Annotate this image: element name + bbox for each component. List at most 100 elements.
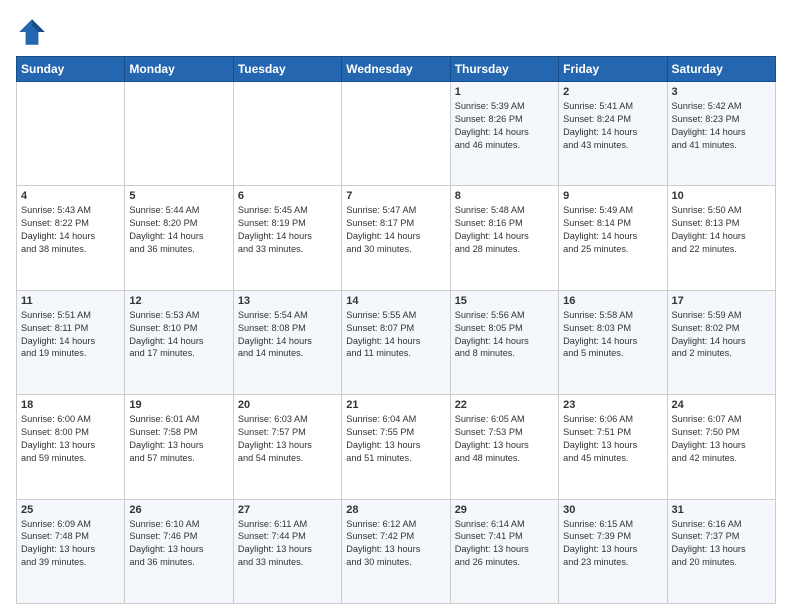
weekday-header-tuesday: Tuesday	[233, 57, 341, 82]
cell-content: Sunrise: 5:47 AM Sunset: 8:17 PM Dayligh…	[346, 204, 445, 256]
calendar: SundayMondayTuesdayWednesdayThursdayFrid…	[16, 56, 776, 604]
empty-cell	[342, 82, 450, 186]
day-number: 3	[672, 86, 771, 98]
weekday-header-sunday: Sunday	[17, 57, 125, 82]
cell-content: Sunrise: 5:45 AM Sunset: 8:19 PM Dayligh…	[238, 204, 337, 256]
day-number: 23	[563, 399, 662, 411]
page: SundayMondayTuesdayWednesdayThursdayFrid…	[0, 0, 792, 612]
weekday-header-friday: Friday	[559, 57, 667, 82]
weekday-header-row: SundayMondayTuesdayWednesdayThursdayFrid…	[17, 57, 776, 82]
cell-content: Sunrise: 5:51 AM Sunset: 8:11 PM Dayligh…	[21, 309, 120, 361]
day-number: 26	[129, 504, 228, 516]
day-number: 4	[21, 190, 120, 202]
day-cell-28: 28 Sunrise: 6:12 AM Sunset: 7:42 PM Dayli…	[342, 499, 450, 603]
weekday-header-saturday: Saturday	[667, 57, 775, 82]
cell-content: Sunrise: 6:01 AM Sunset: 7:58 PM Dayligh…	[129, 413, 228, 465]
day-number: 20	[238, 399, 337, 411]
cell-content: Sunrise: 5:58 AM Sunset: 8:03 PM Dayligh…	[563, 309, 662, 361]
day-cell-17: 17 Sunrise: 5:59 AM Sunset: 8:02 PM Dayli…	[667, 290, 775, 394]
day-number: 17	[672, 295, 771, 307]
day-cell-9: 9Sunrise: 5:49 AM Sunset: 8:14 PM Daylig…	[559, 186, 667, 290]
week-row-3: 18 Sunrise: 6:00 AM Sunset: 8:00 PM Dayli…	[17, 395, 776, 499]
cell-content: Sunrise: 6:03 AM Sunset: 7:57 PM Dayligh…	[238, 413, 337, 465]
week-row-2: 11Sunrise: 5:51 AM Sunset: 8:11 PM Dayli…	[17, 290, 776, 394]
day-number: 9	[563, 190, 662, 202]
day-cell-11: 11Sunrise: 5:51 AM Sunset: 8:11 PM Dayli…	[17, 290, 125, 394]
cell-content: Sunrise: 5:43 AM Sunset: 8:22 PM Dayligh…	[21, 204, 120, 256]
logo	[16, 16, 52, 48]
cell-content: Sunrise: 6:00 AM Sunset: 8:00 PM Dayligh…	[21, 413, 120, 465]
day-number: 10	[672, 190, 771, 202]
day-number: 24	[672, 399, 771, 411]
day-number: 25	[21, 504, 120, 516]
cell-content: Sunrise: 5:59 AM Sunset: 8:02 PM Dayligh…	[672, 309, 771, 361]
cell-content: Sunrise: 6:10 AM Sunset: 7:46 PM Dayligh…	[129, 518, 228, 570]
day-number: 30	[563, 504, 662, 516]
day-cell-18: 18 Sunrise: 6:00 AM Sunset: 8:00 PM Dayli…	[17, 395, 125, 499]
day-cell-23: 23 Sunrise: 6:06 AM Sunset: 7:51 PM Dayli…	[559, 395, 667, 499]
day-number: 28	[346, 504, 445, 516]
day-number: 2	[563, 86, 662, 98]
day-cell-16: 16 Sunrise: 5:58 AM Sunset: 8:03 PM Dayli…	[559, 290, 667, 394]
cell-content: Sunrise: 6:05 AM Sunset: 7:53 PM Dayligh…	[455, 413, 554, 465]
cell-content: Sunrise: 5:42 AM Sunset: 8:23 PM Dayligh…	[672, 100, 771, 152]
cell-content: Sunrise: 5:41 AM Sunset: 8:24 PM Dayligh…	[563, 100, 662, 152]
day-number: 19	[129, 399, 228, 411]
empty-cell	[125, 82, 233, 186]
cell-content: Sunrise: 5:39 AM Sunset: 8:26 PM Dayligh…	[455, 100, 554, 152]
cell-content: Sunrise: 6:12 AM Sunset: 7:42 PM Dayligh…	[346, 518, 445, 570]
week-row-4: 25 Sunrise: 6:09 AM Sunset: 7:48 PM Dayli…	[17, 499, 776, 603]
day-cell-8: 8 Sunrise: 5:48 AM Sunset: 8:16 PM Daylig…	[450, 186, 558, 290]
day-cell-2: 2 Sunrise: 5:41 AM Sunset: 8:24 PM Daylig…	[559, 82, 667, 186]
day-cell-29: 29 Sunrise: 6:14 AM Sunset: 7:41 PM Dayli…	[450, 499, 558, 603]
day-cell-1: 1Sunrise: 5:39 AM Sunset: 8:26 PM Daylig…	[450, 82, 558, 186]
cell-content: Sunrise: 5:53 AM Sunset: 8:10 PM Dayligh…	[129, 309, 228, 361]
day-cell-20: 20 Sunrise: 6:03 AM Sunset: 7:57 PM Dayli…	[233, 395, 341, 499]
day-number: 29	[455, 504, 554, 516]
day-number: 21	[346, 399, 445, 411]
day-number: 31	[672, 504, 771, 516]
cell-content: Sunrise: 6:04 AM Sunset: 7:55 PM Dayligh…	[346, 413, 445, 465]
cell-content: Sunrise: 5:56 AM Sunset: 8:05 PM Dayligh…	[455, 309, 554, 361]
day-number: 7	[346, 190, 445, 202]
day-cell-14: 14 Sunrise: 5:55 AM Sunset: 8:07 PM Dayli…	[342, 290, 450, 394]
cell-content: Sunrise: 6:09 AM Sunset: 7:48 PM Dayligh…	[21, 518, 120, 570]
day-cell-13: 13 Sunrise: 5:54 AM Sunset: 8:08 PM Dayli…	[233, 290, 341, 394]
header	[16, 16, 776, 48]
logo-icon	[16, 16, 48, 48]
day-cell-25: 25 Sunrise: 6:09 AM Sunset: 7:48 PM Dayli…	[17, 499, 125, 603]
day-number: 5	[129, 190, 228, 202]
cell-content: Sunrise: 5:54 AM Sunset: 8:08 PM Dayligh…	[238, 309, 337, 361]
cell-content: Sunrise: 6:06 AM Sunset: 7:51 PM Dayligh…	[563, 413, 662, 465]
cell-content: Sunrise: 5:48 AM Sunset: 8:16 PM Dayligh…	[455, 204, 554, 256]
day-cell-30: 30Sunrise: 6:15 AM Sunset: 7:39 PM Dayli…	[559, 499, 667, 603]
day-cell-10: 10 Sunrise: 5:50 AM Sunset: 8:13 PM Dayli…	[667, 186, 775, 290]
cell-content: Sunrise: 5:55 AM Sunset: 8:07 PM Dayligh…	[346, 309, 445, 361]
empty-cell	[233, 82, 341, 186]
day-cell-7: 7 Sunrise: 5:47 AM Sunset: 8:17 PM Daylig…	[342, 186, 450, 290]
cell-content: Sunrise: 5:44 AM Sunset: 8:20 PM Dayligh…	[129, 204, 228, 256]
day-number: 18	[21, 399, 120, 411]
day-number: 15	[455, 295, 554, 307]
day-cell-6: 6Sunrise: 5:45 AM Sunset: 8:19 PM Daylig…	[233, 186, 341, 290]
day-cell-21: 21 Sunrise: 6:04 AM Sunset: 7:55 PM Dayli…	[342, 395, 450, 499]
day-cell-5: 5 Sunrise: 5:44 AM Sunset: 8:20 PM Daylig…	[125, 186, 233, 290]
week-row-1: 4 Sunrise: 5:43 AM Sunset: 8:22 PM Daylig…	[17, 186, 776, 290]
day-cell-27: 27Sunrise: 6:11 AM Sunset: 7:44 PM Dayli…	[233, 499, 341, 603]
day-cell-15: 15 Sunrise: 5:56 AM Sunset: 8:05 PM Dayli…	[450, 290, 558, 394]
week-row-0: 1Sunrise: 5:39 AM Sunset: 8:26 PM Daylig…	[17, 82, 776, 186]
day-number: 27	[238, 504, 337, 516]
day-number: 22	[455, 399, 554, 411]
day-number: 14	[346, 295, 445, 307]
weekday-header-monday: Monday	[125, 57, 233, 82]
day-number: 12	[129, 295, 228, 307]
day-number: 13	[238, 295, 337, 307]
cell-content: Sunrise: 5:50 AM Sunset: 8:13 PM Dayligh…	[672, 204, 771, 256]
weekday-header-wednesday: Wednesday	[342, 57, 450, 82]
day-number: 16	[563, 295, 662, 307]
day-cell-19: 19 Sunrise: 6:01 AM Sunset: 7:58 PM Dayli…	[125, 395, 233, 499]
cell-content: Sunrise: 6:14 AM Sunset: 7:41 PM Dayligh…	[455, 518, 554, 570]
day-number: 8	[455, 190, 554, 202]
weekday-header-thursday: Thursday	[450, 57, 558, 82]
day-cell-24: 24Sunrise: 6:07 AM Sunset: 7:50 PM Dayli…	[667, 395, 775, 499]
